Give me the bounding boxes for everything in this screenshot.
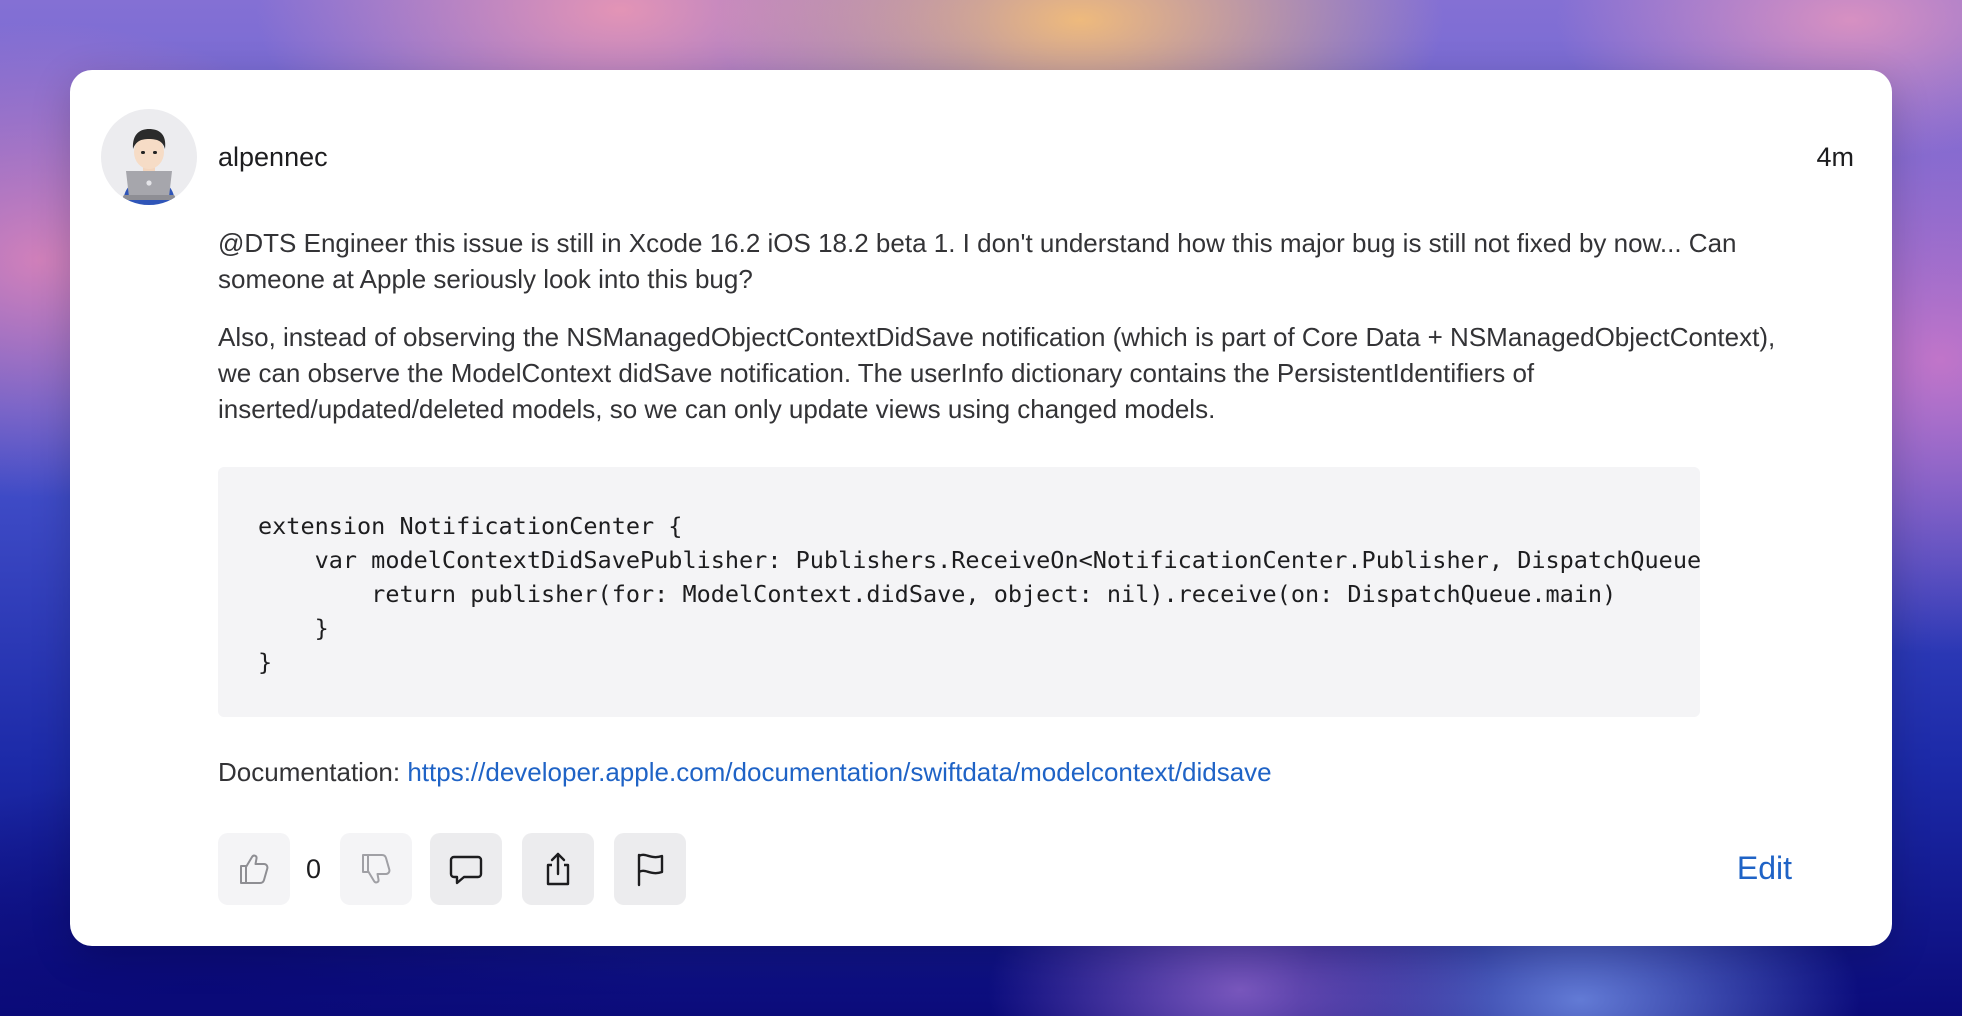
code-line: return publisher(for: ModelContext.didSa… [258,580,1617,608]
avatar[interactable] [101,109,197,205]
comment-button[interactable] [430,833,502,905]
post-paragraph-2: Also, instead of observing the NSManaged… [218,322,1776,424]
flag-button[interactable] [614,833,686,905]
post-body: @DTS Engineer this issue is still in Xco… [218,225,1778,449]
code-block[interactable]: extension NotificationCenter { var model… [218,467,1700,717]
flag-icon [637,853,664,887]
post-paragraph-1: @DTS Engineer this issue is still in Xco… [218,228,1737,294]
vote-count: 0 [306,854,322,884]
technologist-avatar-icon [123,129,175,205]
downvote-button[interactable] [340,833,412,905]
code-line: } [258,614,329,642]
thumbs-up-icon [240,854,269,884]
documentation-link[interactable]: https://developer.apple.com/documentatio… [407,757,1271,787]
code-text: extension NotificationCenter { var model… [218,467,1700,679]
post-timestamp: 4m [1816,142,1854,172]
edit-button[interactable]: Edit [1737,848,1792,888]
documentation-label: Documentation: [218,757,408,787]
code-line: } [258,648,273,676]
comment-icon [449,855,483,885]
username[interactable]: alpennec [218,140,328,174]
thumbs-down-icon [362,854,391,884]
code-line: extension NotificationCenter { [258,512,683,540]
forum-reply-card: alpennec 4m @DTS Engineer this issue is … [70,70,1892,946]
share-icon [546,852,570,886]
code-line: var modelContextDidSavePublisher: Publis… [258,546,1700,574]
share-button[interactable] [522,833,594,905]
documentation-line: Documentation: https://developer.apple.c… [218,754,1272,790]
upvote-button[interactable] [218,833,290,905]
